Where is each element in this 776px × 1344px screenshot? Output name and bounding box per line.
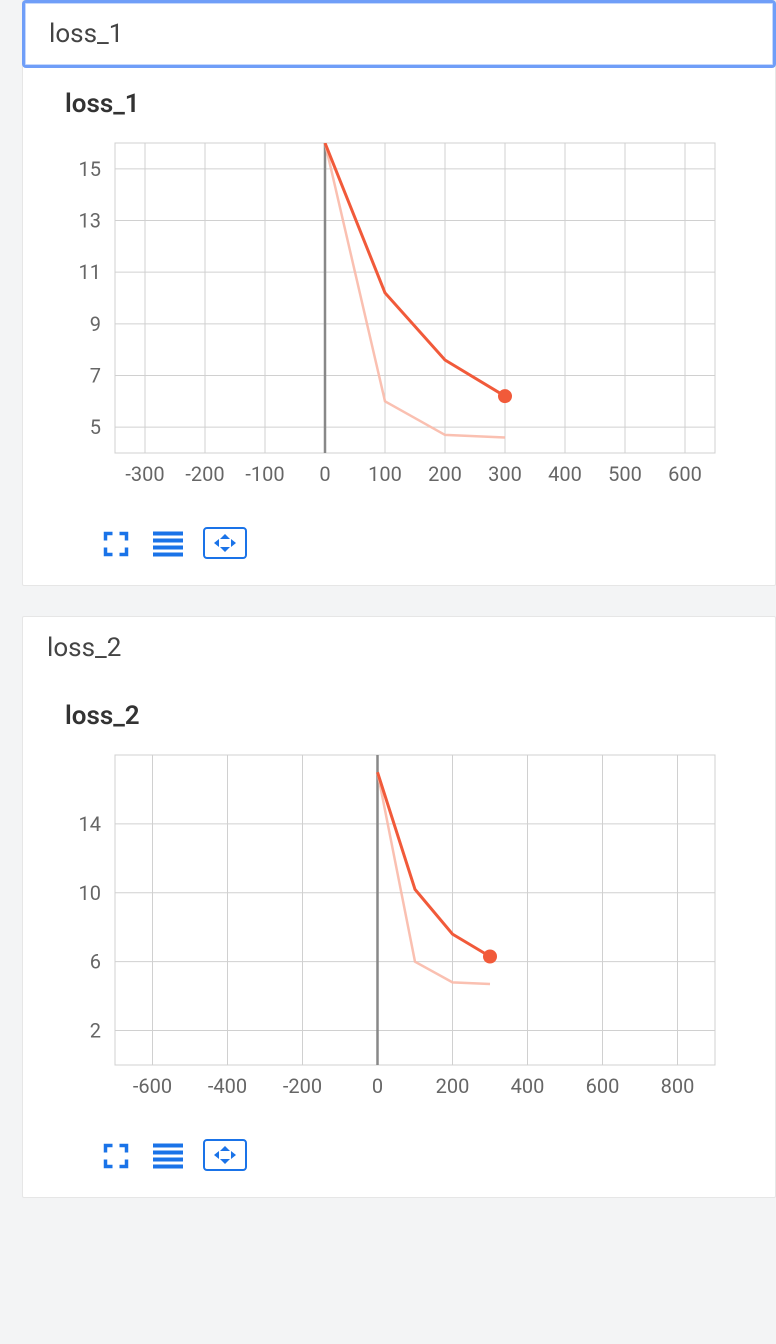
fullscreen-icon[interactable] [99,527,133,561]
y-tick: 13 [79,209,101,233]
x-tick: -600 [133,1074,172,1098]
y-tick: 9 [90,312,101,336]
panel-body: loss_2 -600 -400 -200 0 200 400 600 800 2 6 10 14 [23,679,775,1197]
chart-plot[interactable]: -300 -200 -100 0 100 200 300 400 500 600 5 7 9 11 13 15 [65,133,739,513]
y-tick: 10 [79,881,101,905]
chart-plot[interactable]: -600 -400 -200 0 200 400 600 800 2 6 10 14 [65,745,739,1125]
x-tick: 200 [436,1074,470,1098]
series-end-marker [498,389,512,403]
y-tick: 14 [79,812,101,836]
chart-toolbar [99,527,739,561]
x-tick: 200 [428,462,462,486]
log-scale-icon[interactable] [151,527,185,561]
y-tick: 15 [79,157,101,181]
panel-body: loss_1 -300 -200 -100 0 100 200 300 400 500 600 5 7… [23,67,775,585]
panel-header-label: loss_2 [47,633,121,663]
x-tick: 0 [319,462,330,486]
y-tick: 7 [90,364,101,388]
fit-domain-icon[interactable] [203,527,247,559]
series-raw [378,772,491,984]
x-tick: 0 [372,1074,383,1098]
y-tick: 5 [90,415,101,439]
x-tick: 800 [661,1074,695,1098]
fullscreen-icon[interactable] [99,1139,133,1173]
y-tick: 11 [79,260,101,284]
series-end-marker [483,950,497,964]
log-scale-icon[interactable] [151,1139,185,1173]
series-smoothed [378,772,491,956]
x-tick: -100 [245,462,284,486]
x-tick: 400 [548,462,582,486]
x-tick: 100 [368,462,402,486]
x-tick: 300 [488,462,522,486]
y-tick: 2 [90,1019,101,1043]
series-smoothed [325,143,505,396]
x-tick: 400 [511,1074,545,1098]
panel-loss_2: loss_2 loss_2 -600 -400 -200 0 200 400 600 800 2… [22,616,776,1198]
panel-header[interactable]: loss_2 [23,617,775,679]
x-tick: -400 [208,1074,247,1098]
panel-header-label: loss_1 [49,19,123,49]
x-tick: 600 [586,1074,620,1098]
y-tick: 6 [90,950,101,974]
panel-header[interactable]: loss_1 [22,0,776,68]
x-tick: -300 [125,462,164,486]
fit-domain-icon[interactable] [203,1139,247,1171]
x-tick: 600 [668,462,702,486]
panel-loss_1: loss_1 loss_1 -300 -200 -100 0 100 200 300 400 5… [22,0,776,586]
x-tick: -200 [185,462,224,486]
chart-toolbar [99,1139,739,1173]
chart-title: loss_1 [65,89,739,119]
x-tick: -200 [283,1074,322,1098]
series-raw [325,143,505,438]
chart-title: loss_2 [65,701,739,731]
x-tick: 500 [608,462,642,486]
